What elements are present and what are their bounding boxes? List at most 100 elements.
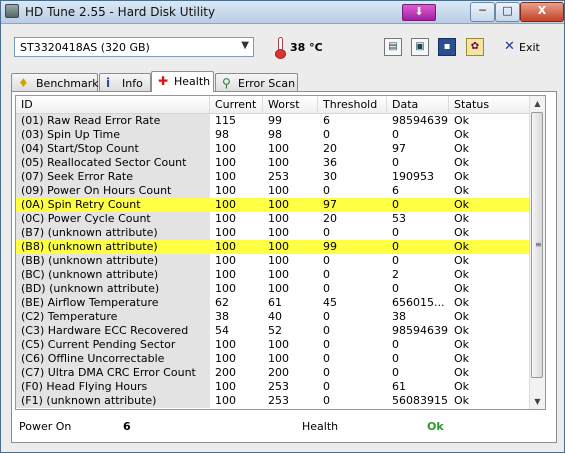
tab-benchmark-label: Benchmark bbox=[36, 77, 99, 90]
cell-data: 61 bbox=[392, 380, 406, 393]
tab-health[interactable]: ✚ Health bbox=[151, 71, 214, 92]
cell-current: 100 bbox=[215, 156, 236, 169]
cell-id: (C3) Hardware ECC Recovered bbox=[16, 324, 210, 338]
table-row[interactable]: (B7) (unknown attribute) 100 100 0 0 Ok bbox=[16, 226, 533, 240]
power-on-label: Power On bbox=[19, 420, 72, 433]
cell-status: Ok bbox=[454, 394, 470, 407]
cell-data: 53 bbox=[392, 212, 406, 225]
cell-data: 2 bbox=[392, 268, 399, 281]
cell-id: (03) Spin Up Time bbox=[16, 128, 210, 142]
copy-text-icon[interactable]: ▤ bbox=[384, 38, 402, 56]
cell-worst: 100 bbox=[268, 254, 289, 267]
table-row[interactable]: (C7) Ultra DMA CRC Error Count 200 200 0 0 Ok bbox=[16, 366, 533, 380]
cell-threshold: 0 bbox=[323, 282, 330, 295]
cell-data: 0 bbox=[392, 240, 399, 253]
col-threshold[interactable]: Threshold bbox=[318, 96, 387, 113]
cell-id: (09) Power On Hours Count bbox=[16, 184, 210, 198]
cell-id: (C6) Offline Uncorrectable bbox=[16, 352, 210, 366]
cell-status: Ok bbox=[454, 198, 470, 211]
cell-id: (C7) Ultra DMA CRC Error Count bbox=[16, 366, 210, 380]
col-data[interactable]: Data bbox=[387, 96, 449, 113]
cell-worst: 100 bbox=[268, 240, 289, 253]
cell-status: Ok bbox=[454, 366, 470, 379]
cell-status: Ok bbox=[454, 128, 470, 141]
table-row[interactable]: (C2) Temperature 38 40 0 38 Ok bbox=[16, 310, 533, 324]
drive-select-value: ST3320418AS (320 GB) bbox=[20, 41, 150, 54]
smart-table[interactable]: ID Current Worst Threshold Data Status (… bbox=[15, 95, 546, 410]
maximize-button[interactable]: □ bbox=[495, 2, 520, 22]
cell-threshold: 36 bbox=[323, 156, 337, 169]
cell-threshold: 20 bbox=[323, 212, 337, 225]
cell-worst: 98 bbox=[268, 128, 282, 141]
cell-worst: 52 bbox=[268, 324, 282, 337]
cell-status: Ok bbox=[454, 352, 470, 365]
cell-threshold: 0 bbox=[323, 254, 330, 267]
status-bar: Power On 6 Health Ok bbox=[12, 417, 558, 437]
table-row[interactable]: (BE) Airflow Temperature 62 61 45 656015... O… bbox=[16, 296, 533, 310]
table-row[interactable]: (BC) (unknown attribute) 100 100 0 2 Ok bbox=[16, 268, 533, 282]
download-arrow-icon[interactable]: ⬇ bbox=[402, 4, 436, 21]
app-window: HD Tune 2.55 - Hard Disk Utility ⬇ ─ □ X… bbox=[0, 0, 565, 453]
cell-current: 200 bbox=[215, 366, 236, 379]
table-row[interactable]: (03) Spin Up Time 98 98 0 0 Ok bbox=[16, 128, 533, 142]
cell-worst: 253 bbox=[268, 170, 289, 183]
table-row[interactable]: (B8) (unknown attribute) 100 100 99 0 Ok bbox=[16, 240, 533, 254]
scroll-thumb[interactable]: ≡ bbox=[531, 112, 543, 378]
cell-data: 190953 bbox=[392, 170, 434, 183]
close-button[interactable]: X bbox=[520, 2, 564, 22]
table-row[interactable]: (C6) Offline Uncorrectable 100 100 0 0 Ok bbox=[16, 352, 533, 366]
table-row[interactable]: (BD) (unknown attribute) 100 100 0 0 Ok bbox=[16, 282, 533, 296]
copy-screenshot-icon[interactable]: ▣ bbox=[411, 38, 429, 56]
table-row[interactable]: (F0) Head Flying Hours 100 253 0 61 Ok bbox=[16, 380, 533, 394]
cell-id: (BB) (unknown attribute) bbox=[16, 254, 210, 268]
cell-threshold: 0 bbox=[323, 310, 330, 323]
cell-status: Ok bbox=[454, 296, 470, 309]
cell-data: 656015... bbox=[392, 296, 445, 309]
options-icon[interactable]: ✿ bbox=[466, 38, 484, 56]
table-row[interactable]: (09) Power On Hours Count 100 100 0 6 Ok bbox=[16, 184, 533, 198]
exit-x-icon: ✕ bbox=[504, 39, 515, 54]
minimize-button[interactable]: ─ bbox=[470, 2, 495, 22]
window-title: HD Tune 2.55 - Hard Disk Utility bbox=[25, 5, 216, 19]
table-row[interactable]: (C3) Hardware ECC Recovered 54 52 0 98594639… bbox=[16, 324, 533, 338]
cell-id: (04) Start/Stop Count bbox=[16, 142, 210, 156]
table-row[interactable]: (07) Seek Error Rate 100 253 30 190953 Ok bbox=[16, 170, 533, 184]
table-row[interactable]: (05) Reallocated Sector Count 100 100 36 0 Ok bbox=[16, 156, 533, 170]
cell-data: 0 bbox=[392, 366, 399, 379]
lightbulb-icon: ♦ bbox=[18, 76, 29, 90]
table-row[interactable]: (01) Raw Read Error Rate 115 99 6 98594639 Ok bbox=[16, 114, 533, 128]
cell-current: 100 bbox=[215, 240, 236, 253]
cell-current: 115 bbox=[215, 114, 236, 127]
tab-benchmark[interactable]: ♦ Benchmark bbox=[11, 73, 99, 91]
magnifier-icon: ⚲ bbox=[222, 76, 231, 90]
table-row[interactable]: (C5) Current Pending Sector 100 100 0 0 Ok bbox=[16, 338, 533, 352]
table-row[interactable]: (0C) Power Cycle Count 100 100 20 53 Ok bbox=[16, 212, 533, 226]
table-row[interactable]: (0A) Spin Retry Count 100 100 97 0 Ok bbox=[16, 198, 533, 212]
table-row[interactable]: (BB) (unknown attribute) 100 100 0 0 Ok bbox=[16, 254, 533, 268]
scroll-down-icon[interactable]: ▼ bbox=[530, 394, 545, 409]
save-icon[interactable]: ▪ bbox=[438, 38, 456, 56]
cell-status: Ok bbox=[454, 142, 470, 155]
toolbar: ST3320418AS (320 GB) ▼ 38 °C ▤ ▣ ▪ ✿ ✕ E… bbox=[1, 24, 564, 68]
col-status[interactable]: Status bbox=[449, 96, 533, 113]
cell-data: 0 bbox=[392, 226, 399, 239]
col-id[interactable]: ID bbox=[16, 96, 210, 113]
drive-select[interactable]: ST3320418AS (320 GB) ▼ bbox=[14, 37, 254, 57]
cell-status: Ok bbox=[454, 212, 470, 225]
cell-threshold: 0 bbox=[323, 226, 330, 239]
tab-error-scan[interactable]: ⚲ Error Scan bbox=[215, 73, 298, 91]
cell-data: 6 bbox=[392, 184, 399, 197]
col-worst[interactable]: Worst bbox=[263, 96, 318, 113]
cell-current: 100 bbox=[215, 212, 236, 225]
cell-current: 100 bbox=[215, 184, 236, 197]
table-row[interactable]: (04) Start/Stop Count 100 100 20 97 Ok bbox=[16, 142, 533, 156]
cell-threshold: 6 bbox=[323, 114, 330, 127]
cell-worst: 100 bbox=[268, 156, 289, 169]
tab-info[interactable]: i Info bbox=[99, 73, 151, 91]
scroll-up-icon[interactable]: ▲ bbox=[530, 96, 545, 111]
cell-status: Ok bbox=[454, 254, 470, 267]
col-current[interactable]: Current bbox=[210, 96, 263, 113]
vertical-scrollbar[interactable]: ▲ ≡ ▼ bbox=[529, 96, 545, 409]
table-row[interactable]: (F1) (unknown attribute) 100 253 0 56083915 O… bbox=[16, 394, 533, 408]
cell-id: (F0) Head Flying Hours bbox=[16, 380, 210, 394]
